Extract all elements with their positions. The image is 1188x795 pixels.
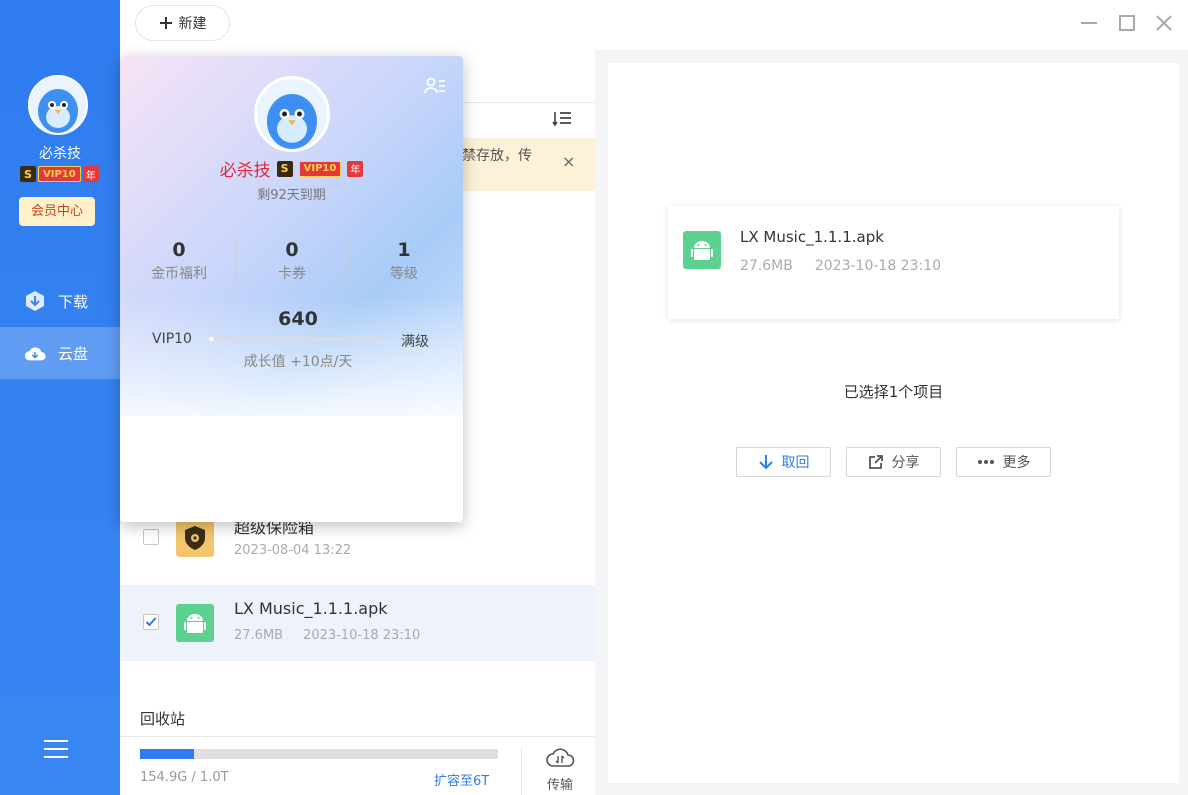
top-toolbar: 新建 (120, 0, 1188, 50)
notice-text: 禁存放，传 (462, 148, 532, 164)
notice-close-icon[interactable]: × (562, 152, 575, 171)
storage-used-text: 154.9G / 1.0T (140, 770, 229, 785)
stat-value: 1 (397, 239, 411, 261)
vip-year-tag: 年 (347, 160, 364, 177)
more-dots-icon (977, 460, 994, 464)
file-meta: 2023-08-04 13:22 (234, 543, 351, 558)
stat-label: 等级 (390, 266, 418, 282)
vip-badge: S VIP10 年 (20, 166, 99, 182)
share-label: 分享 (891, 455, 920, 471)
sort-icon[interactable] (552, 110, 572, 128)
plus-icon (159, 17, 172, 29)
new-button-label: 新建 (178, 16, 207, 32)
retrieve-label: 取回 (781, 455, 810, 471)
bird-avatar-icon (38, 89, 78, 133)
stat-level[interactable]: 1 等级 (349, 239, 459, 283)
safe-box-icon (176, 519, 214, 557)
selected-file-card: LX Music_1.1.1.apk 27.6MB 2023-10-18 23:… (668, 206, 1119, 319)
detail-panel: LX Music_1.1.1.apk 27.6MB 2023-10-18 23:… (608, 63, 1179, 783)
user-avatar[interactable] (28, 75, 88, 135)
nav-item-cloud[interactable]: 云盘 (0, 327, 120, 379)
stat-coins[interactable]: 0 金币福利 (124, 239, 234, 283)
minimize-button[interactable] (1078, 12, 1100, 34)
vip-year-tag: 年 (82, 166, 99, 182)
maximize-icon (1119, 15, 1135, 31)
file-name: LX Music_1.1.1.apk (234, 599, 388, 618)
growth-progress-fill (209, 337, 215, 341)
file-checkbox[interactable] (143, 529, 159, 545)
download-icon (24, 290, 46, 312)
profile-settings-icon[interactable] (424, 76, 446, 96)
file-size: 27.6MB (234, 628, 284, 643)
close-window-button[interactable] (1153, 12, 1175, 34)
nav-label-download: 下载 (58, 292, 89, 311)
android-apk-icon (683, 231, 721, 269)
stat-label: 金币福利 (151, 266, 207, 282)
transfer-button[interactable]: 传输 (542, 744, 578, 793)
hamburger-menu-icon[interactable] (44, 739, 68, 759)
vip-level-tag: VIP10 (38, 166, 81, 182)
stat-coupons[interactable]: 0 卡券 (237, 239, 347, 283)
close-icon (1156, 15, 1172, 31)
member-center-button[interactable]: 会员中心 (19, 197, 95, 226)
vip-s-icon: S (20, 166, 36, 182)
vip-expire-text: 剩92天到期 (257, 188, 326, 203)
file-date: 2023-08-04 13:22 (234, 543, 352, 558)
nav-label-cloud: 云盘 (58, 344, 89, 363)
nav-item-download[interactable]: 下载 (0, 275, 120, 327)
popup-name-row: 必杀技 S VIP10 年 (120, 156, 463, 181)
share-icon (868, 455, 883, 469)
file-row[interactable]: LX Music_1.1.1.apk 27.6MB 2023-10-18 23:… (120, 585, 595, 661)
checkmark-icon (145, 617, 157, 627)
user-profile-popup: 必杀技 S VIP10 年 剩92天到期 0 金币福利 0 卡券 1 等级 64… (120, 56, 463, 522)
transfer-cloud-icon (546, 748, 575, 767)
detail-file-name: LX Music_1.1.1.apk (740, 228, 884, 246)
popup-username: 必杀技 (219, 161, 271, 181)
new-button[interactable]: 新建 (135, 5, 230, 41)
growth-end-level: 满级 (401, 334, 429, 350)
cloud-drive-icon (24, 342, 46, 364)
sidebar: 必杀技 S VIP10 年 会员中心 下载 云盘 (0, 0, 120, 795)
share-button[interactable]: 分享 (846, 447, 941, 477)
vip-level-tag: VIP10 (298, 160, 342, 177)
expand-storage-link[interactable]: 扩容至6T (434, 770, 489, 789)
sidebar-username: 必杀技 (39, 146, 81, 162)
bird-avatar-icon (267, 94, 317, 149)
more-label: 更多 (1002, 455, 1031, 471)
download-arrow-icon (758, 455, 773, 470)
file-checkbox-checked[interactable] (143, 614, 159, 630)
growth-value: 640 (278, 308, 318, 330)
file-date: 2023-10-18 23:10 (303, 628, 421, 643)
detail-file-date: 2023-10-18 23:10 (814, 258, 942, 274)
retrieve-button[interactable]: 取回 (736, 447, 831, 477)
detail-file-meta: 27.6MB 2023-10-18 23:10 (740, 258, 941, 274)
file-meta: 27.6MB 2023-10-18 23:10 (234, 628, 420, 643)
transfer-label: 传输 (546, 778, 573, 793)
recycle-bin-link[interactable]: 回收站 (140, 708, 185, 729)
detail-file-size: 27.6MB (740, 258, 793, 274)
android-apk-icon (176, 604, 214, 642)
growth-rate-text: 成长值 +10点/天 (243, 354, 353, 370)
selection-count-text: 已选择1个项目 (843, 383, 944, 401)
popup-avatar[interactable] (254, 76, 330, 152)
stat-value: 0 (172, 239, 186, 261)
storage-progress-fill (140, 749, 194, 759)
storage-progress-bar (140, 749, 498, 759)
minimize-icon (1081, 22, 1097, 24)
stat-value: 0 (285, 239, 299, 261)
growth-progress-bar (209, 337, 386, 341)
divider (346, 241, 347, 281)
stat-label: 卡券 (278, 266, 306, 282)
vip-s-icon: S (276, 160, 293, 177)
growth-start-level: VIP10 (152, 331, 192, 347)
more-button[interactable]: 更多 (956, 447, 1051, 477)
maximize-button[interactable] (1116, 12, 1138, 34)
divider (120, 736, 595, 737)
divider (521, 747, 522, 795)
